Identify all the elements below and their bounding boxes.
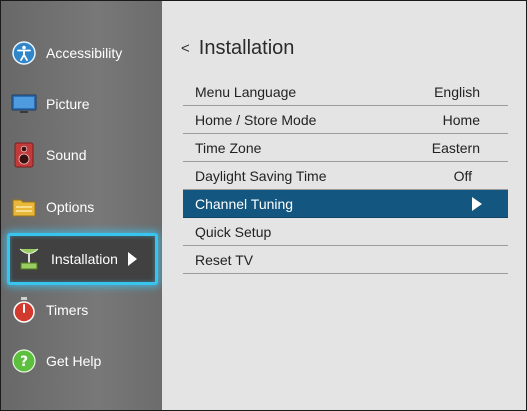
sidebar-item-label: Options (46, 199, 95, 215)
page-title-text: Installation (198, 37, 295, 59)
sidebar-item-label: Installation (51, 251, 118, 267)
sidebar-item-installation[interactable]: Installation (7, 233, 158, 285)
sidebar-item-label: Sound (46, 147, 87, 163)
sidebar-item-label: Get Help (46, 353, 102, 369)
timer-icon (11, 297, 37, 323)
menu-row-value: Eastern (431, 139, 480, 156)
menu-row-label: Channel Tuning (195, 195, 294, 212)
menu-row-value: Home (442, 111, 480, 128)
installation-panel: < Installation Menu Language English Hom… (162, 1, 526, 410)
menu-row-label: Menu Language (195, 83, 297, 100)
menu-row-menu-language[interactable]: Menu Language English (183, 78, 508, 106)
back-chevron-icon[interactable]: < (181, 40, 190, 57)
menu-row-home-store-mode[interactable]: Home / Store Mode Home (183, 106, 508, 134)
help-icon: ? (11, 348, 37, 374)
selected-arrow-icon (127, 252, 137, 266)
menu-row-label: Time Zone (195, 139, 262, 156)
accessibility-icon (11, 40, 37, 66)
options-folder-icon (11, 194, 37, 220)
menu-row-label: Daylight Saving Time (195, 167, 327, 184)
speaker-icon (11, 142, 37, 168)
page-title: < Installation (181, 37, 294, 60)
installation-menu: Menu Language English Home / Store Mode … (183, 78, 508, 274)
sidebar-item-get-help[interactable]: ? Get Help (11, 341, 157, 381)
menu-row-reset-tv[interactable]: Reset TV (183, 246, 508, 274)
sidebar-item-timers[interactable]: Timers (11, 290, 157, 330)
menu-row-time-zone[interactable]: Time Zone Eastern (183, 134, 508, 162)
sidebar-item-sound[interactable]: Sound (11, 135, 157, 175)
sidebar-item-picture[interactable]: Picture (11, 84, 157, 124)
menu-row-channel-tuning[interactable]: Channel Tuning (183, 190, 508, 218)
picture-monitor-icon (11, 91, 37, 117)
sidebar-item-accessibility[interactable]: Accessibility (11, 33, 157, 73)
menu-row-value: English (434, 83, 480, 100)
menu-row-value: Off (453, 167, 472, 184)
sidebar-item-label: Picture (46, 96, 90, 112)
tv-settings-screen: Accessibility Picture Sound Options Inst… (0, 0, 527, 411)
svg-text:?: ? (20, 354, 28, 370)
installation-satellite-icon (16, 246, 42, 272)
menu-row-quick-setup[interactable]: Quick Setup (183, 218, 508, 246)
menu-row-label: Home / Store Mode (195, 111, 317, 128)
submenu-arrow-icon (472, 196, 482, 211)
sidebar-item-options[interactable]: Options (11, 187, 157, 227)
menu-row-label: Reset TV (195, 251, 254, 268)
menu-row-daylight-saving-time[interactable]: Daylight Saving Time Off (183, 162, 508, 190)
settings-sidebar: Accessibility Picture Sound Options Inst… (1, 1, 162, 410)
menu-row-label: Quick Setup (195, 223, 272, 240)
sidebar-item-label: Accessibility (46, 45, 123, 61)
sidebar-item-label: Timers (46, 302, 89, 318)
